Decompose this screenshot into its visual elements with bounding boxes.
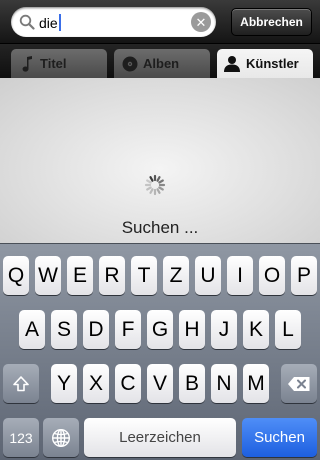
- backspace-icon: [288, 376, 310, 391]
- key-a[interactable]: A: [19, 310, 45, 349]
- shift-arrow-icon: [13, 375, 29, 391]
- tab-label: Titel: [40, 56, 67, 71]
- space-key[interactable]: Leerzeichen: [84, 418, 236, 457]
- key-l[interactable]: L: [275, 310, 301, 349]
- key-f[interactable]: F: [115, 310, 141, 349]
- key-c[interactable]: C: [115, 364, 141, 403]
- key-p[interactable]: P: [291, 256, 317, 295]
- globe-icon: [51, 428, 71, 447]
- search-input[interactable]: die ✕: [11, 7, 216, 37]
- key-m[interactable]: M: [243, 364, 269, 403]
- key-y[interactable]: Y: [51, 364, 77, 403]
- key-x[interactable]: X: [83, 364, 109, 403]
- person-icon: [224, 56, 240, 72]
- key-t[interactable]: T: [131, 256, 157, 295]
- scope-bar: Titel Alben Künstler: [0, 44, 320, 78]
- key-q[interactable]: Q: [3, 256, 29, 295]
- numbers-key[interactable]: 123: [3, 418, 39, 457]
- search-icon: [19, 14, 35, 30]
- key-i[interactable]: I: [227, 256, 253, 295]
- key-d[interactable]: D: [83, 310, 109, 349]
- backspace-key[interactable]: [281, 364, 317, 403]
- key-o[interactable]: O: [259, 256, 285, 295]
- search-key[interactable]: Suchen: [242, 418, 317, 457]
- key-s[interactable]: S: [51, 310, 77, 349]
- search-value: die: [39, 14, 61, 31]
- clear-x-icon[interactable]: ✕: [191, 12, 211, 32]
- tab-alben[interactable]: Alben: [114, 49, 210, 78]
- key-h[interactable]: H: [179, 310, 205, 349]
- key-n[interactable]: N: [211, 364, 237, 403]
- cancel-button[interactable]: Abbrechen: [231, 8, 312, 36]
- keyboard: Q W E R T Z U I O P A S D F G H J K L Y …: [0, 243, 320, 460]
- tab-label: Künstler: [246, 56, 299, 71]
- tab-kuenstler[interactable]: Künstler: [217, 49, 313, 78]
- key-e[interactable]: E: [67, 256, 93, 295]
- results-area: Suchen ...: [0, 78, 320, 243]
- key-b[interactable]: B: [179, 364, 205, 403]
- music-note-icon: [22, 55, 32, 72]
- key-g[interactable]: G: [147, 310, 173, 349]
- tab-titel[interactable]: Titel: [11, 49, 107, 78]
- key-k[interactable]: K: [243, 310, 269, 349]
- key-j[interactable]: J: [211, 310, 237, 349]
- shift-key[interactable]: [3, 364, 39, 403]
- searching-status: Suchen ...: [121, 218, 199, 237]
- key-w[interactable]: W: [35, 256, 61, 295]
- globe-key[interactable]: [43, 418, 79, 457]
- key-z[interactable]: Z: [163, 256, 189, 295]
- loading-spinner-icon: [144, 174, 166, 196]
- text-caret: [58, 14, 61, 31]
- album-disc-icon: [122, 56, 138, 71]
- tab-label: Alben: [143, 56, 180, 71]
- key-r[interactable]: R: [99, 256, 125, 295]
- key-u[interactable]: U: [195, 256, 221, 295]
- key-v[interactable]: V: [147, 364, 173, 403]
- search-bar: die ✕ Abbrechen: [0, 0, 320, 44]
